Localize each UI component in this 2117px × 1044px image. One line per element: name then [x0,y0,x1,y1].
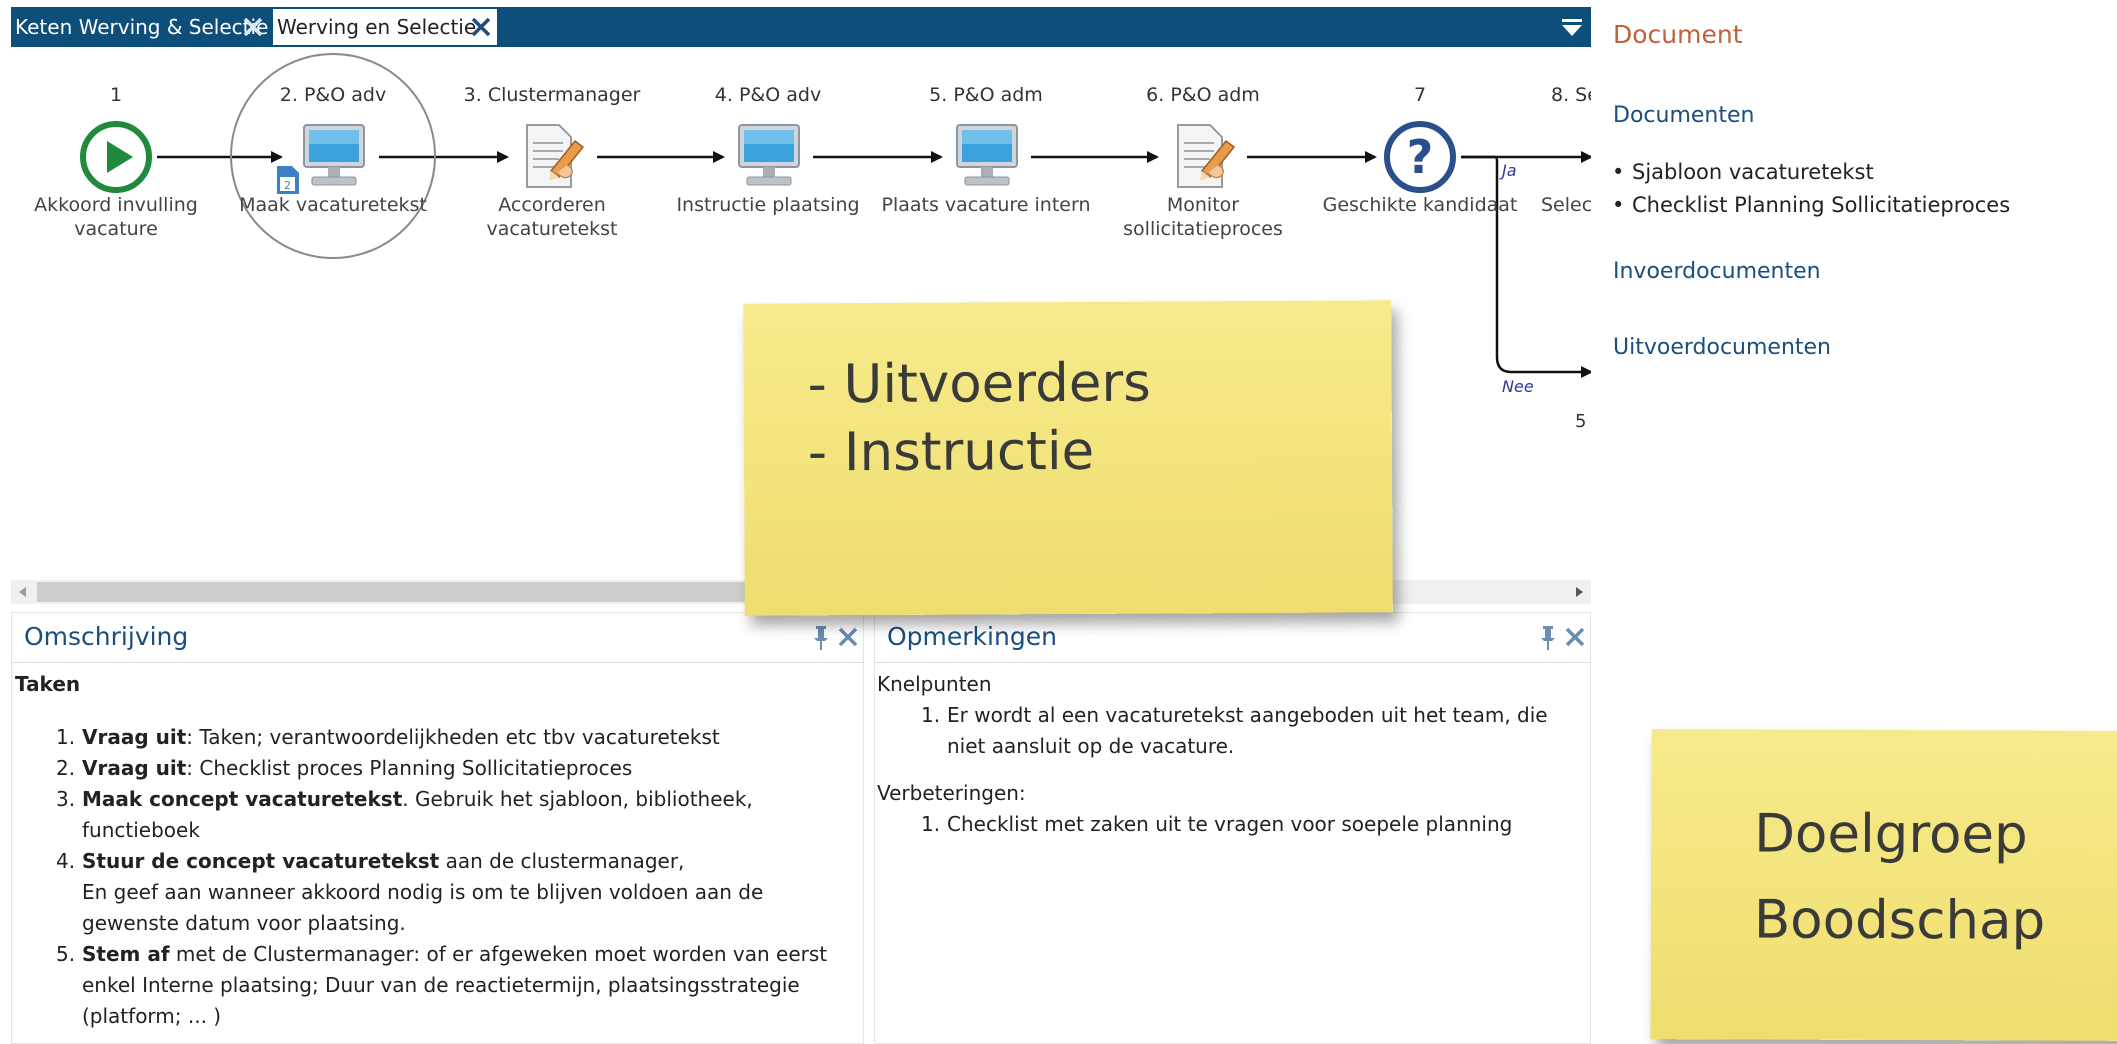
scroll-right-icon[interactable] [1571,584,1587,600]
process-app: Keten Werving & Selectie Werving en Sele… [0,0,2117,1044]
pin-icon[interactable] [1539,625,1557,651]
tab-label: Werving en Selectie [277,15,477,39]
step-5-label: Plaats vacature intern [881,194,1091,216]
tab-menu-icon[interactable] [1561,18,1583,38]
close-icon[interactable] [837,626,859,648]
svg-text:?: ? [1407,130,1434,184]
step-7-label: Geschikte kandidaat [1322,194,1518,216]
tab-label: Keten Werving & Selectie [15,15,269,39]
sticky-note-text: Doelgroep Boodschap [1753,803,2046,952]
sticky-note: Doelgroep Boodschap [1650,729,2117,1041]
omschrijving-panel: Omschrijving Taken Vraag uit: Taken; ver… [11,612,864,1044]
document-title: Document [1613,20,1743,49]
play-icon[interactable] [78,119,154,199]
document-link[interactable]: Sjabloon vacaturetekst [1612,156,2010,189]
tab-bar: Keten Werving & Selectie Werving en Sele… [11,7,1591,47]
scrollbar-thumb[interactable] [37,582,747,602]
computer-icon[interactable] [298,123,370,195]
close-icon[interactable] [1564,626,1586,648]
step-2-head: 2. P&O adv [279,84,387,106]
step-1-label: Akkoord invulling vacature [34,194,198,240]
close-icon[interactable] [241,15,265,39]
opmerkingen-body: Knelpunten 1. Er wordt al een vacaturetek… [875,663,1590,840]
step-8-label: Selec [1541,194,1591,216]
knelpunten-list: 1. Er wordt al een vacaturetekst aangebod… [921,700,1590,762]
close-icon[interactable] [469,15,493,39]
computer-icon[interactable] [733,123,805,195]
document-badge-count: 2 [284,179,291,192]
verbeteringen-title: Verbeteringen: [877,781,1026,805]
task-list: Vraag uit: Taken; verantwoordelijkheden … [56,722,863,1032]
documenten-heading[interactable]: Documenten [1613,103,1754,128]
invoerdocumenten-heading[interactable]: Invoerdocumenten [1613,259,1821,284]
computer-icon[interactable] [951,123,1023,195]
task-item: Vraag uit: Taken; verantwoordelijkheden … [56,722,720,753]
step-6-label: Monitor sollicitatieproces [1123,194,1283,240]
opmerkingen-panel: Opmerkingen Knelpunten 1. Er wordt al een… [874,612,1591,1044]
step-7-head: 7 [1413,84,1427,106]
question-icon[interactable]: ? [1382,119,1458,199]
section-title: Taken [15,672,81,696]
panel-header: Omschrijving [12,613,863,663]
step-4-head: 4. P&O adv [714,84,822,106]
step-8-head: 8. Sel [1551,84,1591,106]
sticky-note-text: - Uitvoerders - Instructie [807,352,1151,484]
list-item: 1. Checklist met zaken uit te vragen voor… [921,812,1513,836]
step-6-head: 6. P&O adm [1146,84,1260,106]
step-3-label: Accorderen vacaturetekst [486,194,618,240]
step-1-head: 1 [109,84,123,106]
step-3-head: 3. Clustermanager [463,84,641,106]
tab-keten-werving[interactable]: Keten Werving & Selectie [11,9,269,45]
task-item: Stem af met de Clustermanager: of er afg… [56,939,828,1028]
document-edit-icon[interactable] [521,121,587,195]
document-link[interactable]: Checklist Planning Sollicitatieproces [1612,189,2010,222]
step-5-head: 5. P&O adm [929,84,1043,106]
tab-werving-selectie[interactable]: Werving en Selectie [273,9,497,45]
pin-icon[interactable] [812,625,830,651]
task-item: Maak concept vacaturetekst. Gebruik het … [56,784,753,842]
step-2-label: Maak vacaturetekst [239,194,427,216]
edge-label-yes: Ja [1502,161,1517,180]
edge-label-no: Nee [1502,377,1534,396]
panel-title: Opmerkingen [887,622,1057,651]
task-item: Stuur de concept vacaturetekst aan de cl… [56,846,764,935]
next-step-number: 5 [1575,411,1587,432]
uitvoerdocumenten-heading[interactable]: Uitvoerdocumenten [1613,335,1831,360]
panel-header: Opmerkingen [875,613,1590,663]
verbeteringen-list: 1. Checklist met zaken uit te vragen voor… [921,809,1590,840]
omschrijving-body: Taken Vraag uit: Taken; verantwoordelijk… [12,663,863,1032]
scroll-left-icon[interactable] [15,584,31,600]
documenten-list: Sjabloon vacaturetekst Checklist Plannin… [1612,156,2010,222]
document-edit-icon[interactable] [1172,121,1238,195]
list-item: 1. Er wordt al een vacaturetekst aangebod… [921,703,1548,758]
step-4-label: Instructie plaatsing [676,194,860,216]
task-item: Vraag uit: Checklist proces Planning Sol… [56,753,633,784]
sticky-note: - Uitvoerders - Instructie [743,300,1393,616]
knelpunten-title: Knelpunten [877,672,992,696]
panel-title: Omschrijving [24,622,189,651]
